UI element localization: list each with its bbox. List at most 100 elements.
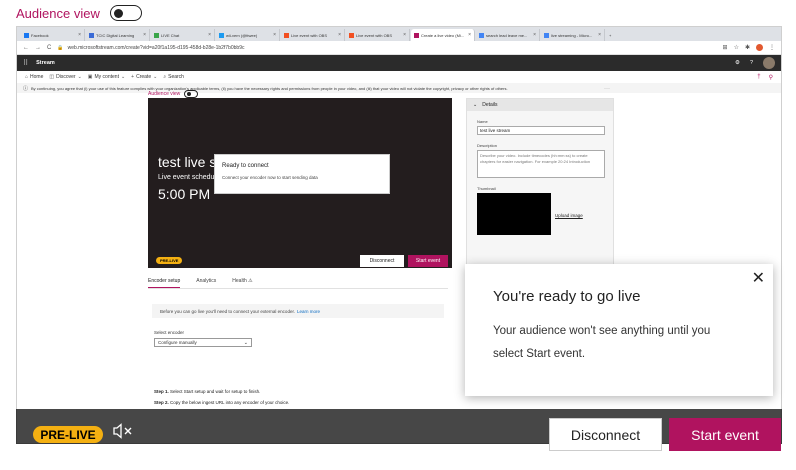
encoder-info-text: Before you can go live you'll need to co… xyxy=(160,308,295,314)
tab-health-label: Health xyxy=(232,278,247,284)
start-event-button-small[interactable]: Start event xyxy=(408,255,448,267)
pin-icon[interactable]: † xyxy=(757,74,760,81)
name-field[interactable]: test live stream xyxy=(477,126,605,135)
tab-close-icon[interactable]: × xyxy=(596,32,601,38)
reader-icon[interactable]: ⊞ xyxy=(723,44,728,51)
learn-more-link[interactable]: Learn more xyxy=(297,309,320,314)
favicon-icon xyxy=(154,32,159,38)
browser-tab-label: search lead leave me... xyxy=(486,32,528,38)
step-2-text: Copy the below ingest URL into any encod… xyxy=(170,400,290,405)
warning-icon: ⚠ xyxy=(248,278,253,284)
person-icon[interactable]: ⚲ xyxy=(769,74,773,81)
star-icon[interactable]: ☆ xyxy=(734,44,739,51)
browser-tab[interactable]: Facebook × xyxy=(21,29,85,41)
description-field[interactable]: Describe your video. Include timecodes (… xyxy=(477,150,605,178)
close-icon[interactable]: ✕ xyxy=(752,268,765,288)
audience-view-toggle[interactable] xyxy=(109,5,142,21)
chevron-down-icon: ⌄ xyxy=(77,74,82,80)
thumbnail-label: Thumbnail xyxy=(477,186,496,191)
nav-create[interactable]: + Create ⌄ xyxy=(131,74,157,80)
audience-view-bar: Audience view xyxy=(0,0,796,26)
audience-view-label: Audience view xyxy=(16,5,100,21)
inner-audience-view: Audience view xyxy=(148,90,199,98)
browser-toolbar-icons: ⊞ ☆ ✱ ⋮ xyxy=(723,44,775,51)
tab-close-icon[interactable]: × xyxy=(206,32,211,38)
reload-icon[interactable]: C xyxy=(47,45,51,51)
encoder-tabs: Encoder setup Analytics Health ⚠ xyxy=(148,278,253,288)
prelive-badge-small: PRE-LIVE xyxy=(156,257,183,264)
content-icon: ▣ xyxy=(87,74,93,80)
speaker-muted-icon xyxy=(113,423,132,439)
tab-close-icon[interactable]: × xyxy=(466,32,471,38)
select-encoder-dropdown[interactable]: Configure manually ⌄ xyxy=(154,338,252,347)
stream-brand[interactable]: Stream xyxy=(36,60,55,66)
browser-tab[interactable]: LIVE Chat × xyxy=(151,29,215,41)
page-root: Audience view Facebook × TCIC Digital Lear… xyxy=(0,0,796,470)
browser-tab[interactable]: search lead leave me... × xyxy=(476,29,540,41)
browser-tab-label: live streaming - Micro... xyxy=(551,32,593,38)
browser-tab[interactable]: Live event with OBS × xyxy=(346,29,410,41)
back-icon[interactable]: ← xyxy=(23,45,29,51)
avatar[interactable] xyxy=(763,57,775,69)
chevron-down-icon: ⌄ xyxy=(243,339,248,346)
url-text[interactable]: web.microsoftstream.com/create?vid=a20f1… xyxy=(68,45,723,51)
browser-tab-label: TCIC Digital Learning xyxy=(96,32,135,38)
browser-tab[interactable]: TCIC Digital Learning × xyxy=(86,29,150,41)
thumbnail-image xyxy=(477,193,551,235)
details-header[interactable]: ⌄ Details xyxy=(467,99,613,111)
disconnect-button[interactable]: Disconnect xyxy=(549,418,662,451)
favicon-icon xyxy=(349,32,354,38)
home-icon: ⌂ xyxy=(25,74,29,80)
browser-tab-label: Live event with OBS xyxy=(356,32,393,38)
tab-health[interactable]: Health ⚠ xyxy=(232,278,252,288)
discover-icon: ◫ xyxy=(49,74,55,80)
nav-search[interactable]: ⌕ Search xyxy=(163,74,184,80)
browser-tab[interactable]: Live event with OBS × xyxy=(281,29,345,41)
nav-discover-label: Discover xyxy=(56,74,76,80)
browser-tab[interactable]: live streaming - Micro... × xyxy=(541,29,605,41)
stream-nav: ⌂ Home ◫ Discover ⌄ ▣ My content ⌄ + Create ⌄ ⌕… xyxy=(17,71,781,83)
settings-icon[interactable]: ⚙ xyxy=(735,60,740,66)
card-title: You're ready to go live xyxy=(493,288,641,305)
nav-discover[interactable]: ◫ Discover ⌄ xyxy=(49,74,81,80)
extension-icon[interactable]: ✱ xyxy=(745,44,750,51)
step-1: Step 1. Select Start setup and wait for … xyxy=(154,389,260,394)
tab-analytics[interactable]: Analytics xyxy=(196,278,216,288)
tab-close-icon[interactable]: × xyxy=(531,32,536,38)
player-schedule: Live event schedu xyxy=(158,174,215,181)
card-body-suffix: . xyxy=(581,348,586,360)
card-body-prefix: select xyxy=(493,348,527,360)
tab-close-icon[interactable]: × xyxy=(141,32,146,38)
nav-my-content-label: My content xyxy=(94,74,119,80)
new-tab-icon[interactable]: + xyxy=(606,29,616,41)
tab-close-icon[interactable]: × xyxy=(76,32,81,38)
upload-image-link[interactable]: Upload image xyxy=(555,213,583,218)
app-launcher-icon[interactable]: ⠿ xyxy=(23,59,28,67)
mute-icon[interactable] xyxy=(113,423,133,444)
browser-tab-label: LIVE Chat xyxy=(161,32,180,38)
address-bar: ← → C 🔒 web.microsoftstream.com/create?v… xyxy=(17,41,781,55)
tab-close-icon[interactable]: × xyxy=(271,32,276,38)
name-label: Name xyxy=(477,119,488,124)
inner-audience-view-toggle[interactable] xyxy=(184,90,199,98)
browser-tab[interactable]: wii-vern (@ttwee) × xyxy=(216,29,280,41)
ready-to-go-live-card: ✕ You're ready to go live Your audience … xyxy=(465,264,773,396)
nav-home[interactable]: ⌂ Home xyxy=(25,74,43,80)
more-options-icon[interactable]: ··· xyxy=(604,86,610,92)
stream-header-icons: ⚙ ? xyxy=(735,57,775,69)
select-encoder-value: Configure manually xyxy=(158,340,197,345)
help-icon[interactable]: ? xyxy=(750,60,753,66)
tabs-divider xyxy=(148,288,448,289)
terms-text: By continuing, you agree that (i) your u… xyxy=(31,85,508,91)
nav-my-content[interactable]: ▣ My content ⌄ xyxy=(88,74,125,80)
tab-encoder-setup[interactable]: Encoder setup xyxy=(148,278,181,288)
start-event-button[interactable]: Start event xyxy=(669,418,781,451)
profile-icon[interactable] xyxy=(756,44,763,51)
menu-icon[interactable]: ⋮ xyxy=(769,44,775,51)
tab-close-icon[interactable]: × xyxy=(336,32,341,38)
tab-close-icon[interactable]: × xyxy=(401,32,406,38)
forward-icon[interactable]: → xyxy=(35,45,41,51)
popup-subtitle: Connect your encoder now to start sendin… xyxy=(222,175,318,180)
browser-tab[interactable]: Create a live video (Mi... × xyxy=(411,29,475,41)
disconnect-button-small[interactable]: Disconnect xyxy=(360,255,404,267)
